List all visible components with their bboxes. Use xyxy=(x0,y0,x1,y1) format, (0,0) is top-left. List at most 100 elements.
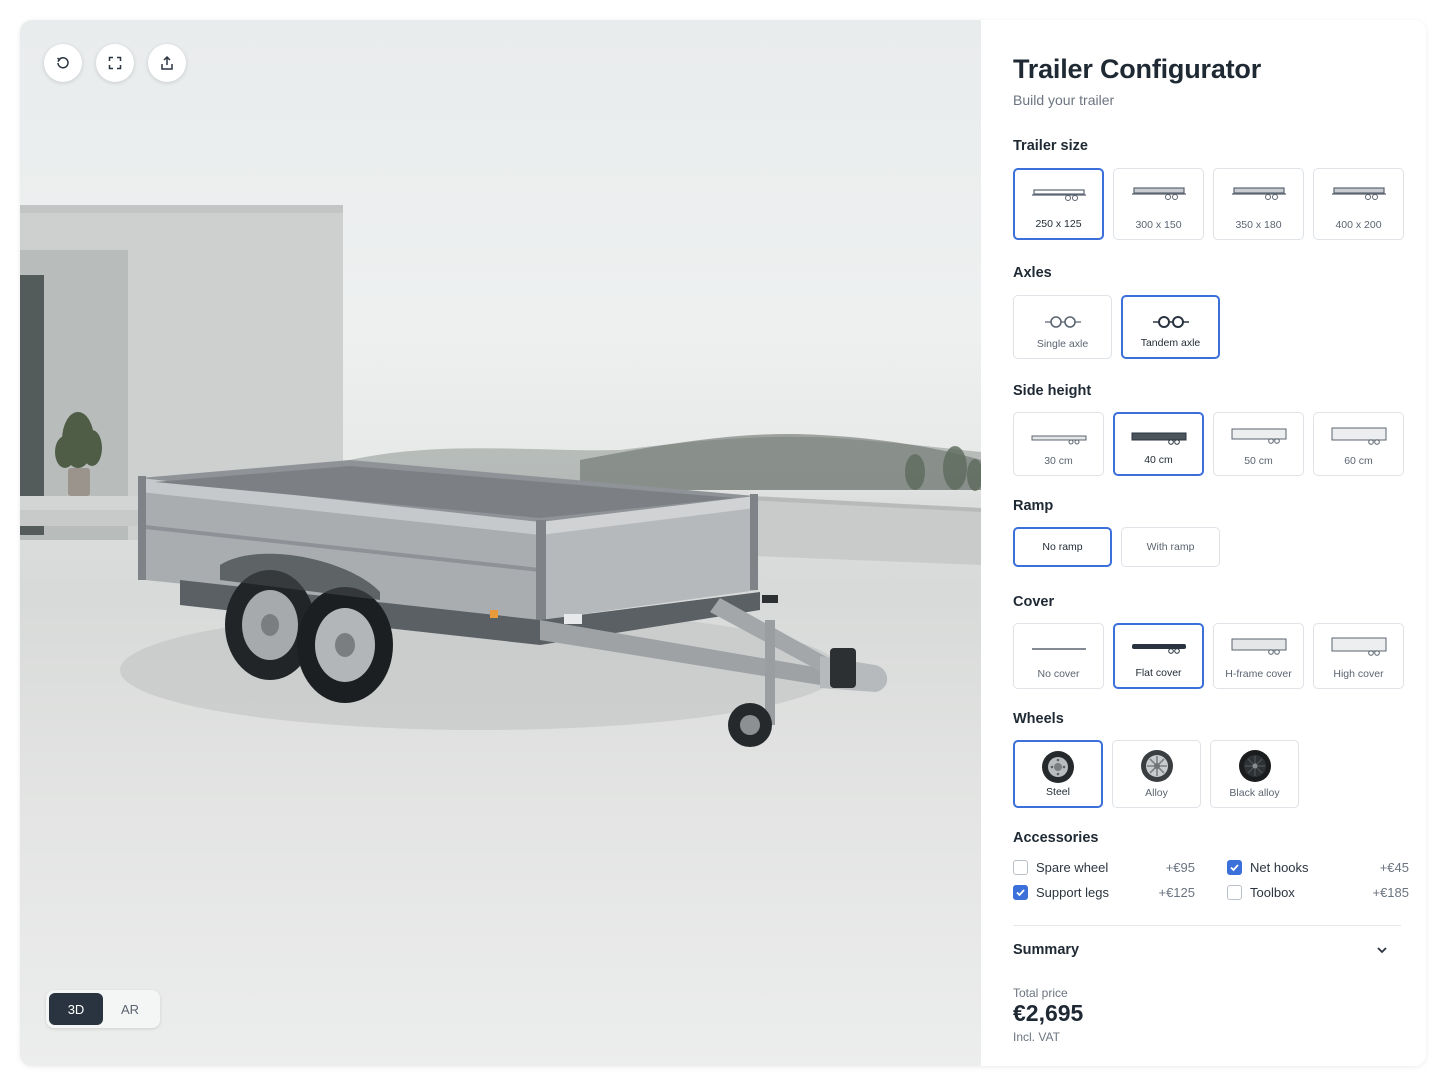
cover-option-high[interactable]: High cover xyxy=(1313,623,1404,689)
option-label: 250 x 125 xyxy=(1035,218,1082,230)
divider xyxy=(1013,925,1401,926)
trailer-3d-viewer[interactable]: 3D AR xyxy=(20,20,981,1066)
side-height-option-40[interactable]: 40 cm xyxy=(1113,412,1204,476)
no-cover-icon xyxy=(1014,644,1103,654)
cover-option-h-frame[interactable]: H-frame cover xyxy=(1213,623,1304,689)
option-label: 30 cm xyxy=(1044,455,1073,467)
trailer-size-icon xyxy=(1015,186,1102,202)
checkbox[interactable] xyxy=(1013,860,1028,875)
cover-option-flat[interactable]: Flat cover xyxy=(1113,623,1204,689)
size-option-250x125[interactable]: 250 x 125 xyxy=(1013,168,1104,240)
ramp-option-none[interactable]: No ramp xyxy=(1013,527,1112,567)
alloy-wheel-icon xyxy=(1113,749,1200,783)
checkbox-checked[interactable] xyxy=(1227,860,1242,875)
share-button[interactable] xyxy=(148,44,186,82)
steel-wheel-icon xyxy=(1015,750,1101,784)
trailer-size-icon xyxy=(1314,185,1403,201)
size-option-350x180[interactable]: 350 x 180 xyxy=(1213,168,1304,240)
accessory-toolbox[interactable]: Toolbox +€185 xyxy=(1227,885,1409,900)
option-label: Steel xyxy=(1046,786,1070,798)
option-label: 50 cm xyxy=(1244,455,1273,467)
option-label: 400 x 200 xyxy=(1335,219,1382,231)
section-label-wheels: Wheels xyxy=(1013,711,1064,727)
tandem-axle-icon xyxy=(1123,314,1218,330)
size-options: 250 x 125 300 x 150 350 x 180 400 x 200 xyxy=(1013,168,1404,240)
option-label: Single axle xyxy=(1036,338,1089,350)
axle-option-single[interactable]: Single axle xyxy=(1013,295,1112,359)
option-label: Flat cover xyxy=(1135,667,1182,679)
option-label: H-frame cover xyxy=(1225,668,1292,680)
h-frame-cover-icon xyxy=(1214,637,1303,655)
section-label-size: Trailer size xyxy=(1013,138,1088,154)
accessory-label: Support legs xyxy=(1036,885,1109,900)
page-title: Trailer Configurator xyxy=(1013,54,1262,84)
side-height-options: 30 cm 40 cm 50 cm 60 cm xyxy=(1013,412,1404,476)
option-label: Tandem axle xyxy=(1140,337,1201,349)
option-label: 350 x 180 xyxy=(1235,219,1282,231)
single-axle-icon xyxy=(1014,314,1111,330)
wheel-options: Steel Alloy Black alloy xyxy=(1013,740,1299,808)
section-label-accessories: Accessories xyxy=(1013,830,1099,846)
option-label: High cover xyxy=(1333,668,1384,680)
vat-note: Incl. VAT xyxy=(1013,1030,1060,1044)
trailer-scene-image xyxy=(20,205,981,747)
black-alloy-wheel-icon xyxy=(1211,749,1298,783)
section-label-axles: Axles xyxy=(1013,265,1052,281)
rotate-ccw-icon xyxy=(56,57,69,69)
accessory-net-hooks[interactable]: Net hooks +€45 xyxy=(1227,860,1409,875)
check-icon xyxy=(1230,864,1239,872)
side-height-option-50[interactable]: 50 cm xyxy=(1213,412,1304,476)
axle-option-tandem[interactable]: Tandem axle xyxy=(1121,295,1220,359)
accessory-price: +€95 xyxy=(1165,860,1195,875)
option-label: With ramp xyxy=(1146,541,1195,553)
accessory-label: Spare wheel xyxy=(1036,860,1109,875)
section-label-ramp: Ramp xyxy=(1013,498,1054,514)
accessory-price: +€185 xyxy=(1372,885,1409,900)
trailer-size-icon xyxy=(1214,185,1303,201)
side-height-icon xyxy=(1014,431,1103,445)
trailer-size-icon xyxy=(1114,185,1203,201)
ramp-options: No ramp With ramp xyxy=(1013,527,1220,567)
reset-view-button[interactable] xyxy=(44,44,82,82)
accessory-support-legs[interactable]: Support legs +€125 xyxy=(1013,885,1195,900)
check-icon xyxy=(1016,889,1025,897)
option-label: Alloy xyxy=(1145,787,1168,799)
view-mode-toggle: 3D AR xyxy=(46,990,160,1028)
option-label: 300 x 150 xyxy=(1135,219,1182,231)
summary-toggle[interactable]: Summary xyxy=(1013,938,1401,962)
fullscreen-button[interactable] xyxy=(96,44,134,82)
configurator-frame: 3D AR Trailer Configurator Build your tr… xyxy=(20,20,1426,1066)
page-subtitle: Build your trailer xyxy=(1013,92,1115,108)
cover-option-none[interactable]: No cover xyxy=(1013,623,1104,689)
ramp-option-with[interactable]: With ramp xyxy=(1121,527,1220,567)
option-label: No cover xyxy=(1037,668,1080,680)
mode-3d-button[interactable]: 3D xyxy=(49,993,103,1025)
mode-ar-button[interactable]: AR xyxy=(103,993,157,1025)
expand-icon xyxy=(108,56,122,70)
accessory-spare-wheel[interactable]: Spare wheel +€95 xyxy=(1013,860,1195,875)
side-height-option-30[interactable]: 30 cm xyxy=(1013,412,1104,476)
size-option-300x150[interactable]: 300 x 150 xyxy=(1113,168,1204,240)
accessory-label: Net hooks xyxy=(1250,860,1309,875)
side-height-icon xyxy=(1115,430,1202,446)
side-height-option-60[interactable]: 60 cm xyxy=(1313,412,1404,476)
option-label: No ramp xyxy=(1042,541,1083,553)
total-price-value: €2,695 xyxy=(1013,1000,1084,1026)
chevron-down-icon xyxy=(1377,947,1387,954)
checkbox-checked[interactable] xyxy=(1013,885,1028,900)
accessory-price: +€45 xyxy=(1379,860,1409,875)
size-option-400x200[interactable]: 400 x 200 xyxy=(1313,168,1404,240)
side-height-icon xyxy=(1314,426,1403,446)
accessory-price: +€125 xyxy=(1158,885,1195,900)
wheel-option-black-alloy[interactable]: Black alloy xyxy=(1210,740,1299,808)
cover-options: No cover Flat cover H-frame cover High c… xyxy=(1013,623,1404,689)
axle-options: Single axle Tandem axle xyxy=(1013,295,1220,359)
section-label-side-height: Side height xyxy=(1013,383,1092,399)
checkbox[interactable] xyxy=(1227,885,1242,900)
accessory-label: Toolbox xyxy=(1250,885,1295,900)
wheel-option-alloy[interactable]: Alloy xyxy=(1112,740,1201,808)
share-icon xyxy=(161,55,173,70)
high-cover-icon xyxy=(1314,636,1403,656)
option-label: 40 cm xyxy=(1144,454,1173,466)
wheel-option-steel[interactable]: Steel xyxy=(1013,740,1103,808)
